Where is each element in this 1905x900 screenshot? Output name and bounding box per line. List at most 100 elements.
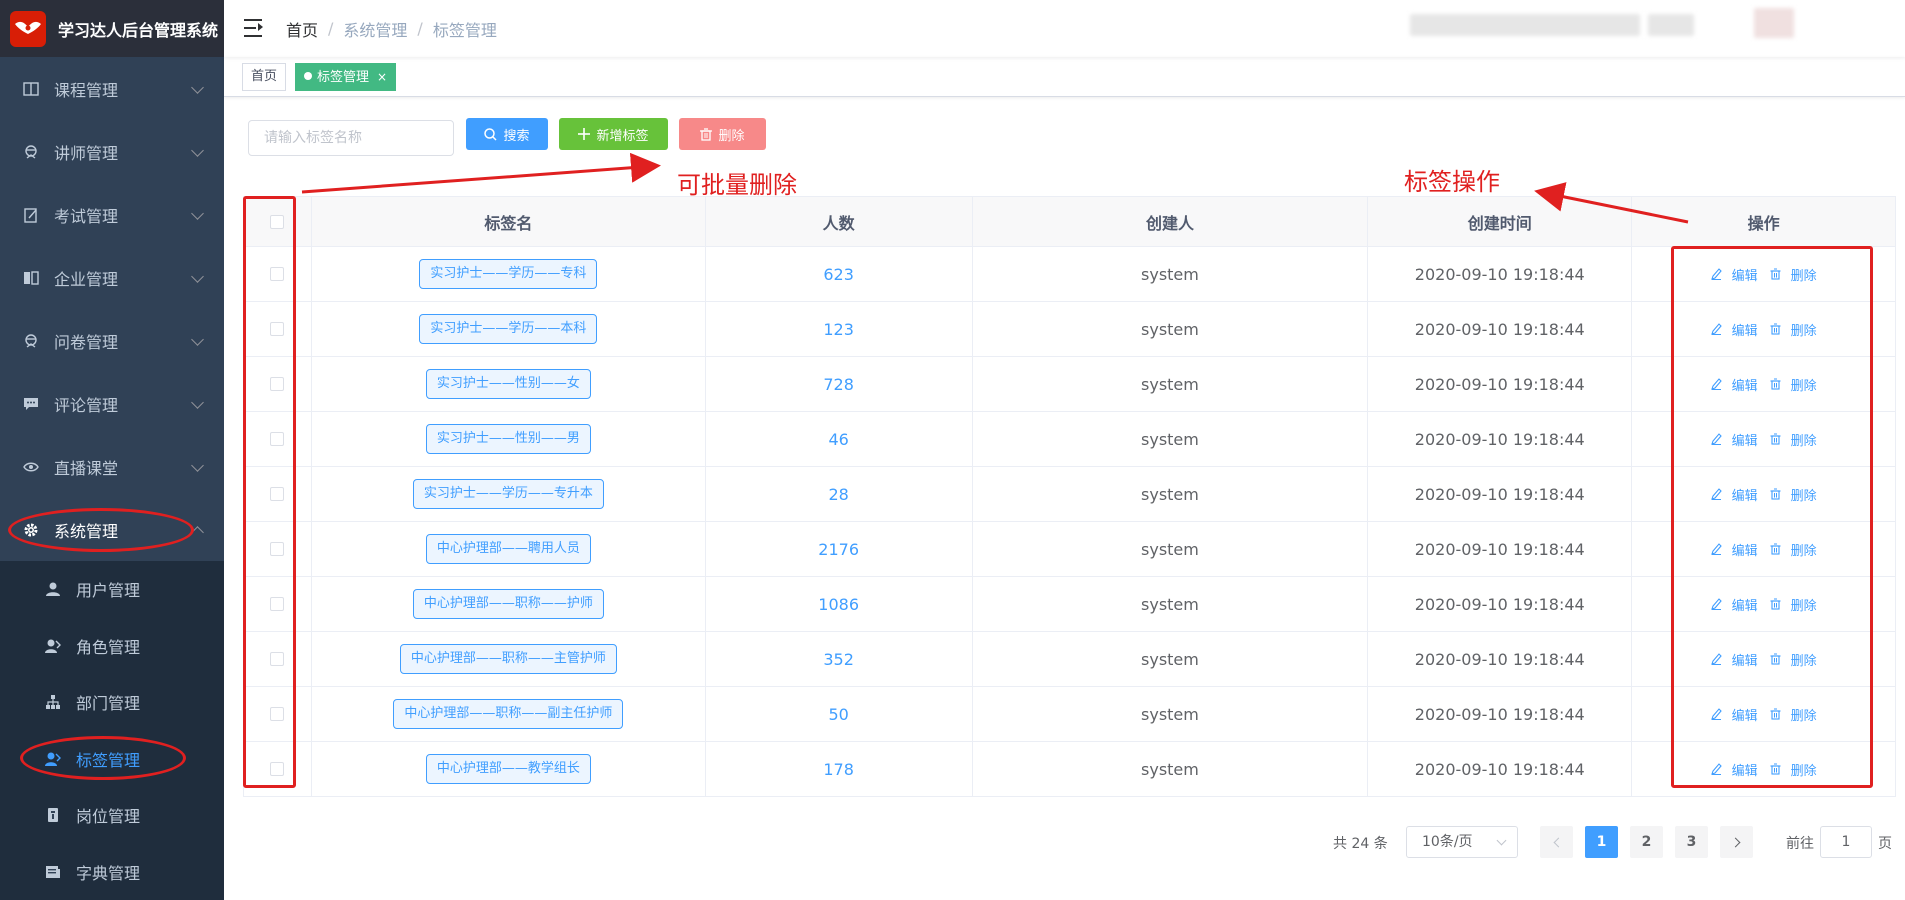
header-name: 标签名 [312,197,706,246]
add-tag-button[interactable]: 新增标签 [559,118,668,150]
name-cell: 中心护理部——职称——主管护师 [312,632,706,686]
batch-delete-button[interactable]: 删除 [679,118,766,150]
edit-button[interactable]: 编辑 [1711,320,1758,339]
sidebar-item-6[interactable]: 直播课堂 [0,435,224,498]
delete-button[interactable]: 删除 [1770,485,1817,504]
trash-icon [1770,708,1786,720]
delete-button[interactable]: 删除 [1770,375,1817,394]
member-count-link[interactable]: 28 [828,485,848,504]
delete-button[interactable]: 删除 [1770,595,1817,614]
created-time-text: 2020-09-10 19:18:44 [1415,485,1585,504]
sidebar-item-1[interactable]: 讲师管理 [0,120,224,183]
trash-icon [1770,378,1786,390]
row-checkbox[interactable] [270,762,284,776]
row-checkbox[interactable] [270,432,284,446]
row-checkbox[interactable] [270,322,284,336]
sidebar-item-label: 讲师管理 [54,140,118,164]
delete-button[interactable]: 删除 [1770,320,1817,339]
breadcrumb-parent: 系统管理 [343,17,407,41]
sidebar-item-7[interactable]: 系统管理 [0,498,224,561]
creator-cell: system [973,632,1369,686]
avatar[interactable] [1754,8,1794,38]
ops-cell: 编辑删除 [1632,357,1896,411]
tag-name-badge: 中心护理部——职称——副主任护师 [393,699,623,729]
creator-cell: system [973,302,1369,356]
edit-icon [1711,708,1727,720]
member-count-link[interactable]: 2176 [818,540,859,559]
header-ops: 操作 [1632,197,1896,246]
edit-button[interactable]: 编辑 [1711,650,1758,669]
sidebar-subitem-0[interactable]: 用户管理 [0,561,224,618]
sidebar-item-0[interactable]: 课程管理 [0,57,224,120]
edit-button[interactable]: 编辑 [1711,705,1758,724]
member-count-link[interactable]: 728 [823,375,854,394]
search-button[interactable]: 搜索 [466,118,548,150]
select-all-checkbox[interactable] [270,215,284,229]
edit-button[interactable]: 编辑 [1711,760,1758,779]
tag-name-badge: 实习护士——学历——专科 [419,259,597,289]
name-cell: 实习护士——学历——专升本 [312,467,706,521]
edit-button[interactable]: 编辑 [1711,595,1758,614]
row-checkbox-cell [244,577,312,631]
survey-icon [22,332,40,350]
close-icon[interactable]: × [377,70,387,84]
page-size-select[interactable]: 10条/页 [1406,826,1518,858]
blurred-user-info [1410,14,1640,36]
sidebar-subitem-1[interactable]: 角色管理 [0,618,224,675]
hamburger-icon[interactable] [244,19,266,39]
row-checkbox[interactable] [270,597,284,611]
goto-page-input[interactable] [1820,826,1872,858]
delete-button[interactable]: 删除 [1770,650,1817,669]
creator-text: system [1141,540,1199,559]
delete-button[interactable]: 删除 [1770,430,1817,449]
member-count-link[interactable]: 623 [823,265,854,284]
row-checkbox[interactable] [270,377,284,391]
sidebar-item-2[interactable]: 考试管理 [0,183,224,246]
edit-button[interactable]: 编辑 [1711,375,1758,394]
next-page-button[interactable] [1720,826,1753,858]
row-checkbox[interactable] [270,652,284,666]
breadcrumb-home[interactable]: 首页 [286,17,318,41]
tab-tag-management[interactable]: 标签管理× [295,63,396,91]
edit-button[interactable]: 编辑 [1711,430,1758,449]
delete-button[interactable]: 删除 [1770,760,1817,779]
book-icon [22,80,40,98]
sidebar-subitem-3[interactable]: 标签管理 [0,731,224,788]
tree-icon [44,693,62,711]
tab-home[interactable]: 首页 [242,63,286,91]
sidebar-subitem-2[interactable]: 部门管理 [0,674,224,731]
page-number-button[interactable]: 3 [1675,826,1708,858]
page-number-button[interactable]: 1 [1585,826,1618,858]
creator-text: system [1141,430,1199,449]
edit-button[interactable]: 编辑 [1711,485,1758,504]
pagination: 共 24 条 10条/页 123 前往 页 [0,826,1905,858]
delete-button[interactable]: 删除 [1770,705,1817,724]
row-checkbox[interactable] [270,707,284,721]
edit-button[interactable]: 编辑 [1711,265,1758,284]
sidebar-subitem-label: 角色管理 [76,634,140,658]
sidebar-item-5[interactable]: 评论管理 [0,372,224,435]
row-checkbox[interactable] [270,487,284,501]
trash-icon [1770,488,1786,500]
sidebar-item-3[interactable]: 企业管理 [0,246,224,309]
created-time-text: 2020-09-10 19:18:44 [1415,760,1585,779]
member-count-link[interactable]: 46 [828,430,848,449]
edit-button[interactable]: 编辑 [1711,540,1758,559]
member-count-link[interactable]: 123 [823,320,854,339]
page-number-button[interactable]: 2 [1630,826,1663,858]
row-checkbox-cell [244,742,312,796]
search-input[interactable] [248,120,454,156]
gear-icon [22,521,40,539]
prev-page-button[interactable] [1540,826,1573,858]
sidebar-item-4[interactable]: 问卷管理 [0,309,224,372]
row-checkbox[interactable] [270,267,284,281]
delete-button[interactable]: 删除 [1770,540,1817,559]
row-checkbox[interactable] [270,542,284,556]
tag-name-badge: 中心护理部——职称——主管护师 [400,644,617,674]
member-count-link[interactable]: 352 [823,650,854,669]
delete-button[interactable]: 删除 [1770,265,1817,284]
member-count-link[interactable]: 50 [828,705,848,724]
member-count-link[interactable]: 178 [823,760,854,779]
member-count-link[interactable]: 1086 [818,595,859,614]
name-cell: 实习护士——性别——男 [312,412,706,466]
